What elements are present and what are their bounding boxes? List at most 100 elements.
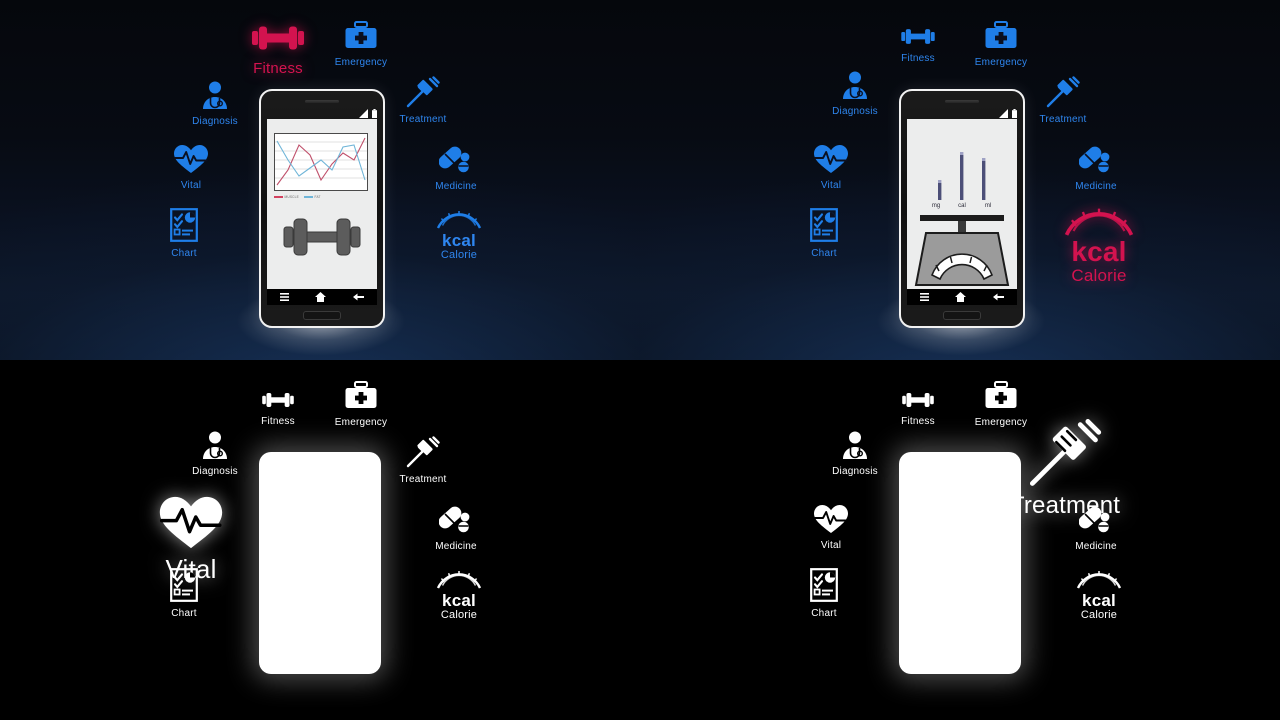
- panel-top-right: Fitness Emergency Diagnosis Treatment Vi…: [640, 0, 1280, 360]
- icon-diagnosis-label: Diagnosis: [192, 116, 238, 127]
- icon-emergency-label: Emergency: [974, 57, 1028, 68]
- dumbbell-icon: [900, 26, 936, 51]
- phone-status-bar: [907, 108, 1017, 119]
- screenshot-root: Fitness Emergency Diagnosis Treatment Vi…: [0, 0, 1280, 720]
- icon-treatment[interactable]: Treatment: [368, 436, 478, 485]
- icon-medicine[interactable]: Medicine: [401, 505, 511, 552]
- icon-emergency[interactable]: Emergency: [946, 21, 1056, 68]
- icon-vital-label: Vital: [180, 180, 202, 191]
- home-icon: [955, 292, 967, 302]
- icon-chart-label: Chart: [171, 608, 197, 619]
- bar-label-ml: ml: [984, 203, 992, 209]
- icon-kcal-label: kcal: [1082, 591, 1116, 610]
- icon-kcal-label: kcal: [442, 591, 476, 610]
- icon-vital[interactable]: Vital: [776, 144, 886, 191]
- icon-diagnosis[interactable]: Diagnosis: [160, 80, 270, 127]
- icon-calorie-label: Calorie: [440, 249, 478, 261]
- syringe-icon: [1028, 418, 1102, 492]
- icon-chart[interactable]: Chart: [769, 208, 879, 259]
- first-aid-kit-icon: [344, 21, 378, 55]
- icon-diagnosis[interactable]: Diagnosis: [800, 70, 910, 117]
- icon-kcal-label: kcal: [442, 231, 476, 250]
- heart-pulse-icon: [158, 495, 224, 554]
- icon-medicine-label: Medicine: [435, 541, 477, 552]
- home-button[interactable]: [303, 311, 341, 320]
- phone-bottom-right[interactable]: [899, 452, 1021, 674]
- pill-capsule-icon: [1078, 505, 1113, 539]
- phone-nav-bar[interactable]: [267, 289, 377, 305]
- icon-vital-label: Vital: [820, 180, 842, 191]
- icon-diagnosis[interactable]: Diagnosis: [800, 430, 910, 477]
- body-composition-line-chart: [274, 133, 368, 191]
- bar-label-cal: cal: [958, 203, 966, 209]
- icon-chart[interactable]: Chart: [129, 568, 239, 619]
- doctor-stethoscope-icon: [199, 80, 231, 114]
- clipboard-chart-icon: [170, 208, 198, 246]
- icon-emergency[interactable]: Emergency: [306, 21, 416, 68]
- panel-bottom-left: Fitness Emergency Diagnosis Treatment Vi…: [0, 360, 640, 720]
- phone-screen-scale[interactable]: mg cal ml: [907, 119, 1017, 289]
- icon-calorie[interactable]: kcal Calorie: [1044, 568, 1154, 621]
- icon-medicine[interactable]: Medicine: [1041, 505, 1151, 552]
- legend-label-fat: FAT: [314, 195, 321, 199]
- menu-icon: [280, 293, 290, 301]
- phone-status-bar: [267, 108, 377, 119]
- icon-calorie[interactable]: kcal Calorie: [404, 568, 514, 621]
- icon-calorie-label: Calorie: [440, 609, 478, 621]
- icon-calorie[interactable]: kcal Calorie: [404, 208, 514, 261]
- icon-emergency-label: Emergency: [334, 417, 388, 428]
- panel-bottom-right: Fitness Emergency Diagnosis Treatment Vi…: [640, 360, 1280, 720]
- icon-medicine-label: Medicine: [1075, 181, 1117, 192]
- dumbbell-illustration: [283, 218, 361, 256]
- first-aid-kit-icon: [984, 21, 1018, 55]
- icon-diagnosis-label: Diagnosis: [832, 106, 878, 117]
- signal-icon: [999, 109, 1008, 118]
- legend-item-fat: FAT: [303, 195, 321, 199]
- icon-chart[interactable]: Chart: [129, 208, 239, 259]
- syringe-icon: [406, 76, 440, 112]
- syringe-icon: [406, 436, 440, 472]
- icon-treatment-label: Treatment: [399, 114, 447, 125]
- pill-capsule-icon: [1078, 145, 1113, 179]
- legend-swatch-muscle: [274, 195, 283, 199]
- icon-treatment-label: Treatment: [1039, 114, 1087, 125]
- phone-screen-fitness[interactable]: MUSCLE FAT: [267, 119, 377, 289]
- phone-nav-bar[interactable]: [907, 289, 1017, 305]
- phone-top-right[interactable]: mg cal ml: [899, 89, 1025, 328]
- measurement-bar-labels: mg cal ml: [925, 203, 999, 209]
- icon-vital[interactable]: Vital: [136, 144, 246, 191]
- icon-diagnosis[interactable]: Diagnosis: [160, 430, 270, 477]
- battery-icon: [372, 109, 377, 118]
- clipboard-chart-icon: [810, 568, 838, 606]
- icon-calorie-label: Calorie: [1071, 266, 1127, 285]
- dumbbell-icon: [250, 22, 306, 58]
- signal-icon: [359, 109, 368, 118]
- home-button[interactable]: [943, 311, 981, 320]
- icon-medicine-label: Medicine: [435, 181, 477, 192]
- icon-fitness-label: Fitness: [261, 416, 295, 427]
- measurement-bars: [938, 152, 986, 200]
- icon-medicine[interactable]: Medicine: [1041, 145, 1151, 192]
- icon-emergency[interactable]: Emergency: [306, 381, 416, 428]
- icon-diagnosis-label: Diagnosis: [192, 466, 238, 477]
- icon-chart[interactable]: Chart: [769, 568, 879, 619]
- home-icon: [315, 292, 327, 302]
- icon-kcal-label: kcal: [1071, 236, 1127, 267]
- chart-legend: MUSCLE FAT: [274, 193, 368, 201]
- icon-treatment-label: Treatment: [399, 474, 447, 485]
- phone-bottom-left[interactable]: [259, 452, 381, 674]
- icon-medicine-label: Medicine: [1075, 541, 1117, 552]
- phone-top-left[interactable]: MUSCLE FAT: [259, 89, 385, 328]
- icon-medicine[interactable]: Medicine: [401, 145, 511, 192]
- menu-icon: [920, 293, 930, 301]
- icon-fitness-label: Fitness: [901, 53, 935, 64]
- earpiece: [945, 100, 979, 103]
- icon-diagnosis-label: Diagnosis: [832, 466, 878, 477]
- heart-pulse-icon: [813, 144, 849, 178]
- heart-pulse-icon: [813, 504, 849, 538]
- legend-swatch-fat: [303, 195, 313, 199]
- syringe-icon: [1046, 76, 1080, 112]
- icon-vital[interactable]: Vital: [776, 504, 886, 551]
- icon-calorie[interactable]: kcal Calorie: [1029, 204, 1169, 284]
- icon-fitness-label: Fitness: [253, 60, 303, 77]
